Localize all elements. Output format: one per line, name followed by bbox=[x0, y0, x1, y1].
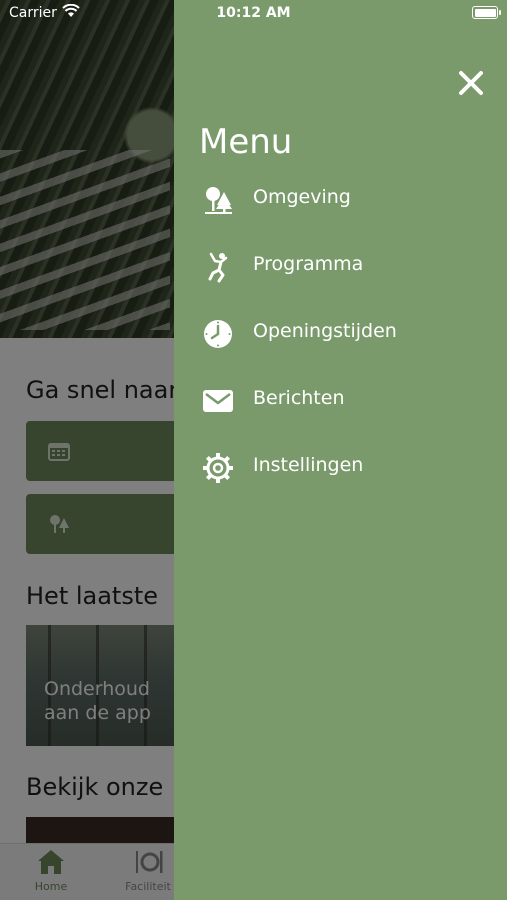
menu-item-label: Berichten bbox=[253, 387, 345, 409]
status-bar: Carrier 10:12 AM bbox=[0, 0, 507, 28]
gear-icon bbox=[203, 453, 233, 483]
clock-icon bbox=[204, 320, 232, 348]
envelope-icon bbox=[203, 390, 233, 412]
menu-item-openingstijden[interactable]: Openingstijden bbox=[174, 306, 507, 362]
menu-item-label: Omgeving bbox=[253, 186, 351, 208]
side-menu: Menu Omgeving Programma Openingstijden B… bbox=[174, 0, 507, 900]
status-time: 10:12 AM bbox=[216, 5, 291, 21]
menu-item-label: Programma bbox=[253, 253, 364, 275]
menu-item-berichten[interactable]: Berichten bbox=[174, 373, 507, 429]
battery-level bbox=[474, 8, 496, 17]
battery-icon bbox=[472, 6, 501, 19]
menu-item-instellingen[interactable]: Instellingen bbox=[174, 440, 507, 496]
person-jumping-icon bbox=[208, 252, 228, 283]
trees-icon bbox=[205, 187, 232, 214]
menu-item-programma[interactable]: Programma bbox=[174, 239, 507, 295]
menu-item-label: Openingstijden bbox=[253, 320, 397, 342]
menu-item-omgeving[interactable]: Omgeving bbox=[174, 172, 507, 228]
menu-item-label: Instellingen bbox=[253, 454, 364, 476]
close-icon[interactable] bbox=[454, 66, 488, 100]
menu-title: Menu bbox=[199, 122, 293, 162]
